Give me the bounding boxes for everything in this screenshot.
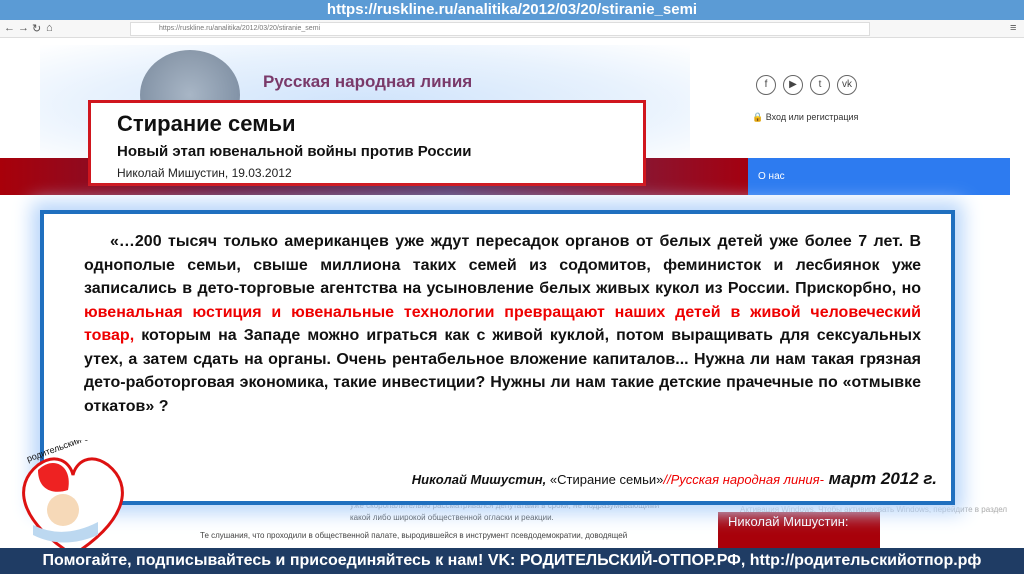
address-bar[interactable]: https://ruskline.ru/analitika/2012/03/20… bbox=[130, 22, 870, 36]
sig-source: //Русская народная линия- bbox=[663, 472, 824, 487]
article-title: Стирание семьи bbox=[117, 111, 296, 136]
article-byline: Николай Мишустин, 19.03.2012 bbox=[117, 166, 292, 180]
quote-text: «…200 тысяч только американцев уже ждут … bbox=[84, 233, 921, 415]
footer-banner: Помогайте, подписывайтесь и присоединяйт… bbox=[0, 548, 1024, 574]
login-label: Вход или регистрация bbox=[765, 112, 859, 122]
sig-title: «Стирание семьи» bbox=[546, 472, 664, 487]
menu-icon[interactable]: ≡ bbox=[1010, 22, 1016, 34]
quote-box: «…200 тысяч только американцев уже ждут … bbox=[40, 210, 955, 505]
twitter-icon[interactable]: t bbox=[810, 75, 830, 95]
sidebar-author-box[interactable]: Николай Мишустин: bbox=[718, 512, 880, 550]
svg-text:родительский-отпор.рф: родительский-отпор.рф bbox=[25, 440, 122, 464]
article-title-box: Стирание семьи Новый этап ювенальной вой… bbox=[88, 100, 646, 186]
lock-icon: 🔒 bbox=[752, 112, 764, 122]
article-subtitle: Новый этап ювенальной войны против Росси… bbox=[117, 143, 472, 160]
article-body: уже скоропалительно рассматривался депут… bbox=[200, 500, 680, 542]
roditelsky-otpor-logo: родительский-отпор.рф bbox=[22, 440, 124, 557]
sig-date: март 2012 г. bbox=[823, 469, 937, 488]
forward-icon[interactable]: → bbox=[18, 22, 29, 34]
home-icon[interactable]: ⌂ bbox=[46, 22, 53, 34]
vk-icon[interactable]: vk bbox=[837, 75, 857, 95]
login-link[interactable]: 🔒 Вход или регистрация bbox=[752, 112, 858, 123]
url-banner: https://ruskline.ru/analitika/2012/03/20… bbox=[0, 0, 1024, 20]
browser-toolbar: ← → ↻ ⌂ https://ruskline.ru/analitika/20… bbox=[0, 20, 1024, 38]
quote-signature: Николай Мишустин, «Стирание семьи»//Русс… bbox=[412, 469, 937, 489]
youtube-icon[interactable]: ▶ bbox=[783, 75, 803, 95]
body-paragraph: Те слушания, что проходили в общественно… bbox=[200, 531, 628, 540]
facebook-icon[interactable]: f bbox=[756, 75, 776, 95]
reload-icon[interactable]: ↻ bbox=[32, 22, 41, 35]
site-name[interactable]: Русская народная линия bbox=[263, 72, 472, 92]
nav-about[interactable]: О нас bbox=[748, 158, 1010, 195]
back-icon[interactable]: ← bbox=[4, 22, 15, 34]
sig-author: Николай Мишустин, bbox=[411, 472, 547, 487]
